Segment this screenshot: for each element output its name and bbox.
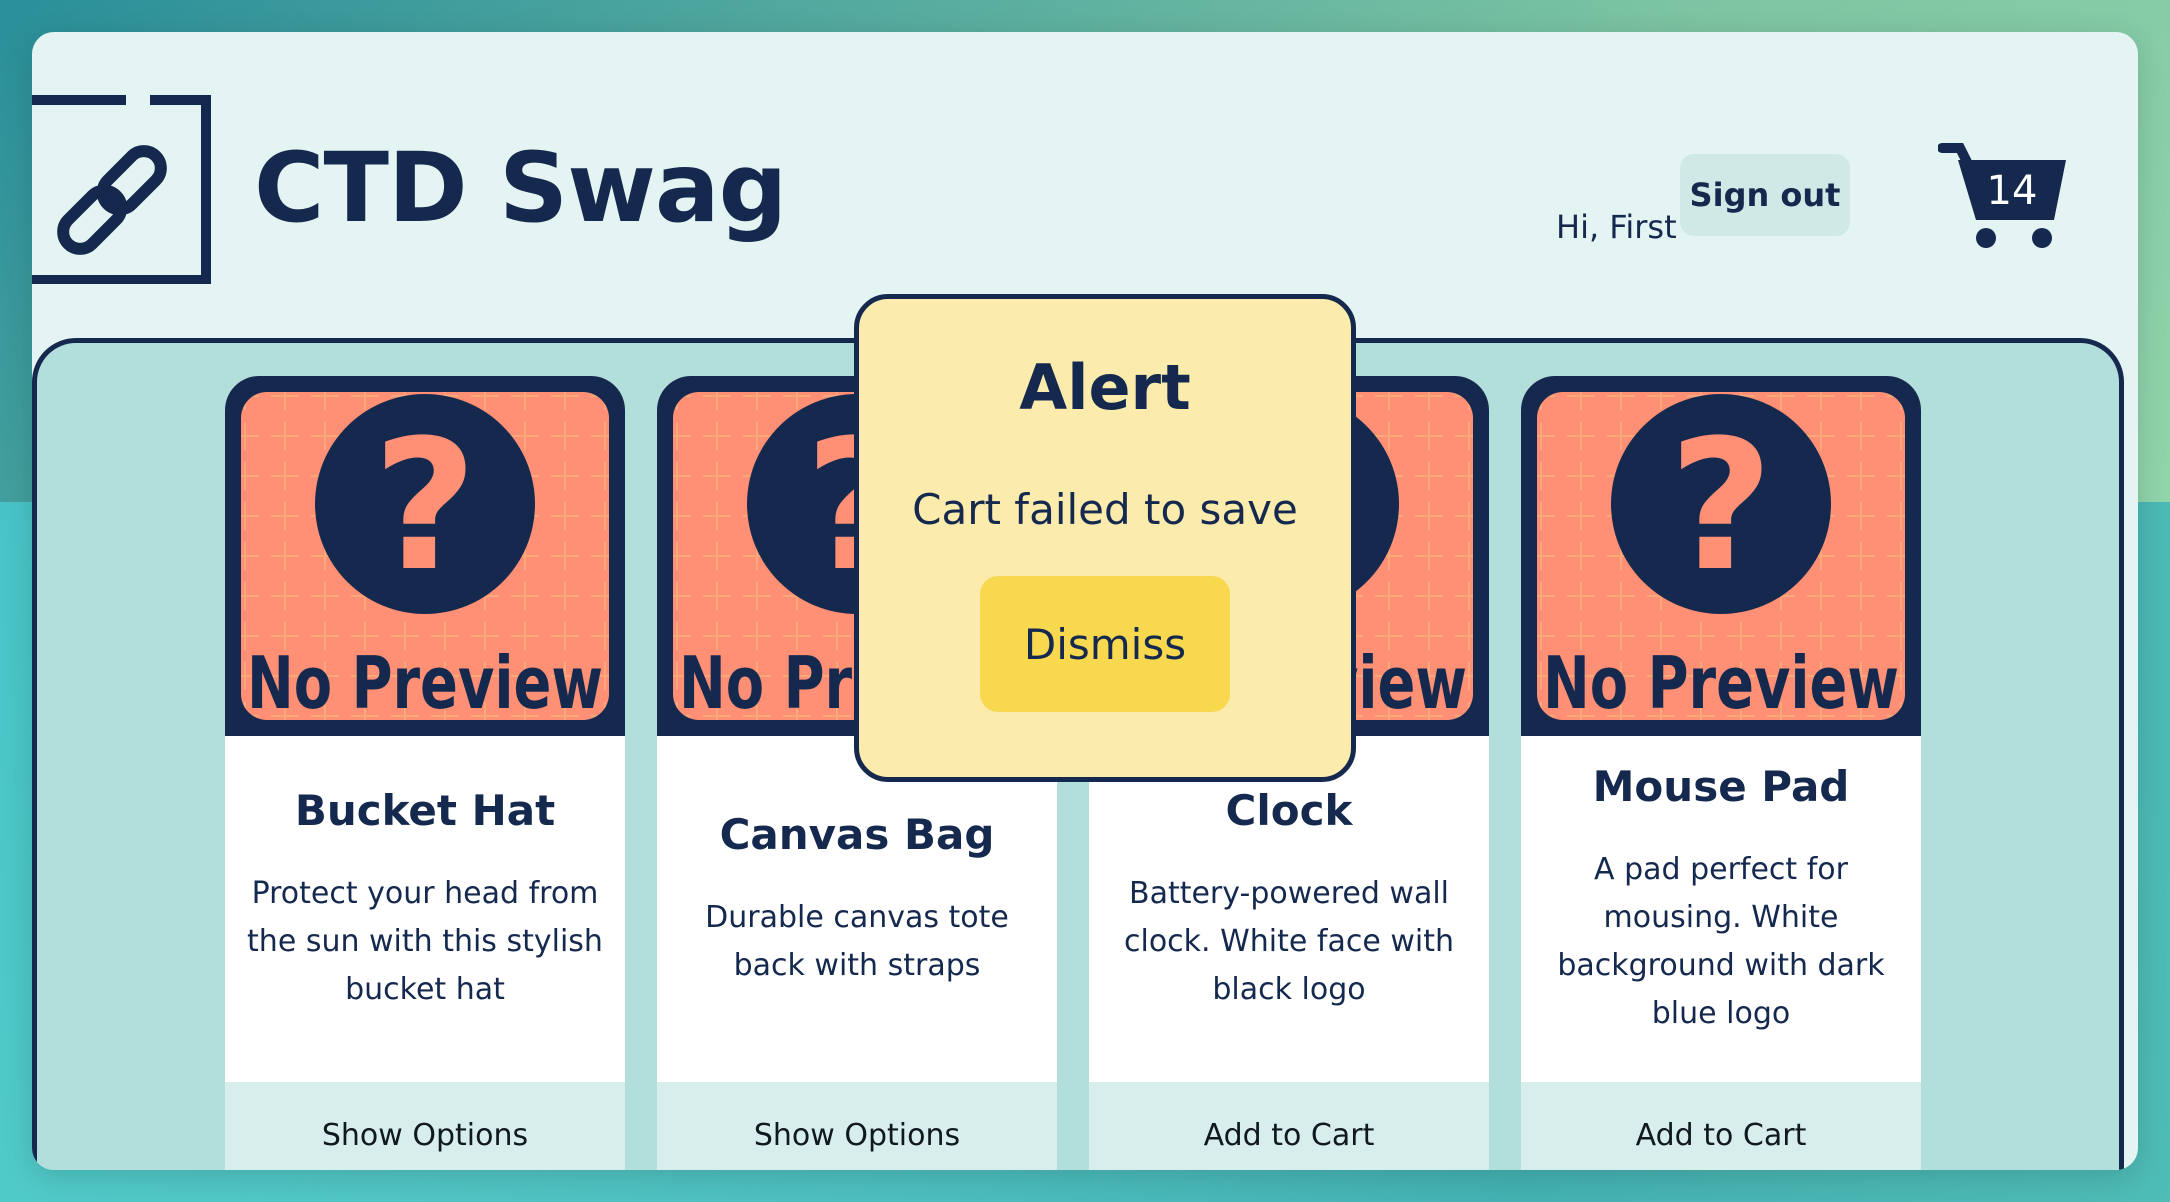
- show-options-button[interactable]: Show Options: [225, 1082, 625, 1170]
- add-to-cart-button[interactable]: Add to Cart: [1089, 1082, 1489, 1170]
- product-description: Durable canvas tote back with straps: [705, 900, 1009, 983]
- product-description: Battery-powered wall clock. White face w…: [1124, 876, 1454, 1007]
- svg-text:?: ?: [373, 402, 477, 611]
- svg-text:No Preview: No Preview: [1543, 641, 1899, 725]
- app-window: CTD Swag Hi, First Sign out 14 ? No Prev…: [32, 32, 2138, 1170]
- alert-title: Alert: [1019, 351, 1191, 424]
- product-description: A pad perfect for mousing. White backgro…: [1557, 852, 1885, 1031]
- svg-text:No Preview: No Preview: [247, 641, 603, 725]
- product-card: ? No Preview Mouse Pad A pad perfect for…: [1521, 376, 1921, 1170]
- product-card: ? No Preview Bucket Hat Protect your hea…: [225, 376, 625, 1170]
- site-logo[interactable]: [32, 94, 216, 285]
- product-image-placeholder: ? No Preview: [1521, 376, 1921, 736]
- product-description: Protect your head from the sun with this…: [247, 876, 603, 1007]
- site-title: CTD Swag: [254, 132, 787, 244]
- link-icon: [32, 95, 211, 285]
- svg-text:?: ?: [1669, 402, 1773, 611]
- dismiss-button[interactable]: Dismiss: [980, 576, 1230, 712]
- cart-count-badge: 14: [1986, 168, 2038, 214]
- alert-message: Cart failed to save: [912, 485, 1298, 534]
- product-title: Bucket Hat: [294, 786, 556, 835]
- add-to-cart-button[interactable]: Add to Cart: [1521, 1082, 1921, 1170]
- product-image-placeholder: ? No Preview: [225, 376, 625, 736]
- product-title: Clock: [1225, 786, 1353, 835]
- product-title: Canvas Bag: [719, 810, 995, 859]
- product-title: Mouse Pad: [1592, 762, 1850, 811]
- alert-dialog: Alert Cart failed to save Dismiss: [854, 294, 1356, 782]
- sign-out-button[interactable]: Sign out: [1680, 154, 1850, 236]
- user-greeting: Hi, First: [1556, 208, 1677, 246]
- show-options-button[interactable]: Show Options: [657, 1082, 1057, 1170]
